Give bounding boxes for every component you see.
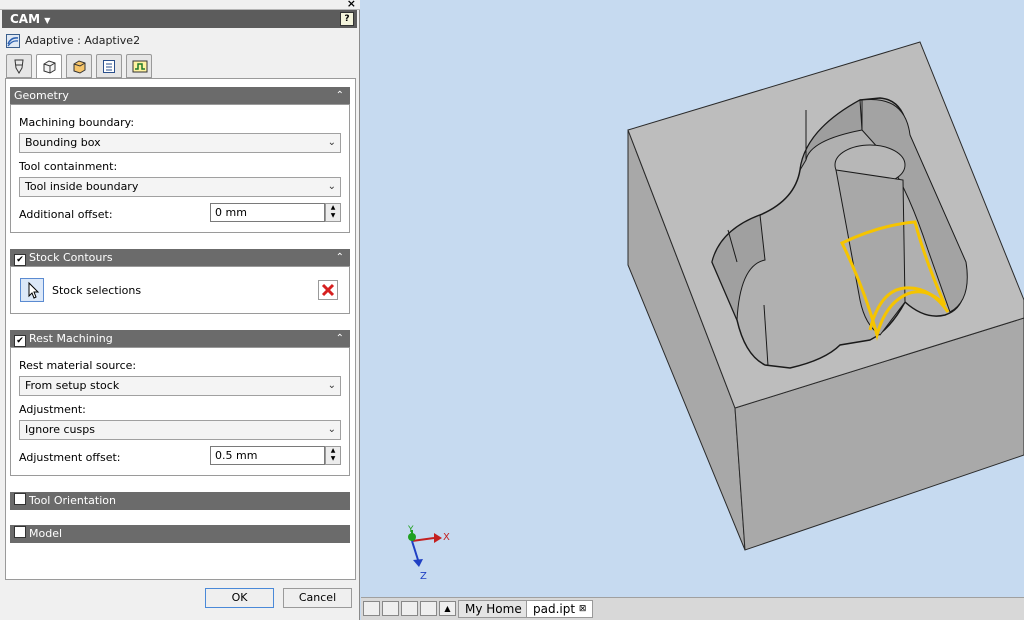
rest-machining-checkbox[interactable]: ✔ bbox=[14, 335, 26, 347]
additional-offset-input[interactable]: 0 mm bbox=[210, 203, 325, 222]
panel-topbar: × bbox=[0, 0, 360, 10]
chevron-down-icon: ⌄ bbox=[327, 380, 336, 391]
chevron-down-icon: ▼ bbox=[44, 16, 51, 25]
tab-tool[interactable] bbox=[6, 54, 32, 78]
ok-button[interactable]: OK bbox=[205, 588, 274, 608]
z-axis-line bbox=[411, 540, 419, 561]
machining-boundary-value: Bounding box bbox=[25, 136, 101, 149]
adjustment-label: Adjustment: bbox=[19, 403, 86, 416]
close-tab-icon[interactable]: ⊠ bbox=[579, 604, 587, 614]
delete-x-icon bbox=[320, 282, 336, 298]
graphics-viewport[interactable]: X Y Z bbox=[361, 0, 1024, 596]
chevron-down-icon: ⌄ bbox=[327, 424, 336, 435]
tool-orientation-group-header[interactable]: Tool Orientation bbox=[10, 492, 350, 510]
stock-contours-checkbox[interactable]: ✔ bbox=[14, 254, 26, 266]
tile-windows-icon[interactable] bbox=[382, 601, 399, 616]
stock-contours-group-header[interactable]: ✔ Stock Contours ⌃ bbox=[10, 249, 350, 266]
close-panel-button[interactable]: × bbox=[347, 0, 356, 10]
stock-contours-group: Stock selections bbox=[10, 266, 350, 314]
arrow-up-icon[interactable]: ▲ bbox=[439, 601, 456, 616]
stock-selections-label: Stock selections bbox=[52, 284, 142, 297]
adjustment-offset-spinner[interactable]: ▲ ▼ bbox=[325, 446, 341, 465]
tool-containment-label: Tool containment: bbox=[19, 160, 118, 173]
tool-containment-select[interactable]: Tool inside boundary ⌄ bbox=[19, 177, 341, 197]
axis-triad: X Y Z bbox=[407, 525, 450, 582]
clear-selection-button[interactable] bbox=[318, 280, 338, 300]
cascade-windows-icon[interactable] bbox=[363, 601, 380, 616]
rest-material-source-label: Rest material source: bbox=[19, 359, 137, 372]
operation-header: Adaptive : Adaptive2 bbox=[6, 32, 140, 50]
adaptive-operation-icon bbox=[6, 34, 20, 48]
rest-machining-group-header[interactable]: ✔ Rest Machining ⌃ bbox=[10, 330, 350, 347]
tab-passes[interactable] bbox=[96, 54, 122, 78]
cancel-button[interactable]: Cancel bbox=[283, 588, 352, 608]
adjustment-value: Ignore cusps bbox=[25, 423, 95, 436]
model-checkbox[interactable] bbox=[14, 526, 26, 538]
cursor-arrow-icon bbox=[28, 281, 40, 299]
model-group-header[interactable]: Model bbox=[10, 525, 350, 543]
tab-pad-ipt[interactable]: pad.ipt ⊠ bbox=[526, 600, 594, 618]
collapse-chevron-icon[interactable]: ⌃ bbox=[336, 87, 344, 104]
tab-geometry[interactable] bbox=[36, 54, 62, 79]
cam-panel: × CAM ▼ ? Adaptive : Adaptive2 Geometry … bbox=[0, 0, 360, 620]
stock-contours-title: Stock Contours bbox=[29, 251, 113, 264]
x-axis-arrow bbox=[434, 533, 442, 543]
tool-orientation-checkbox[interactable] bbox=[14, 493, 26, 505]
collapse-chevron-icon[interactable]: ⌃ bbox=[336, 330, 344, 347]
rest-machining-title: Rest Machining bbox=[29, 332, 113, 345]
rest-machining-group: Rest material source: From setup stock ⌄… bbox=[10, 347, 350, 476]
chevron-down-icon: ⌄ bbox=[327, 137, 336, 148]
passes-icon bbox=[103, 60, 115, 73]
tab-pad-ipt-label: pad.ipt bbox=[533, 602, 576, 616]
linking-icon bbox=[132, 60, 148, 73]
adjustment-select[interactable]: Ignore cusps ⌄ bbox=[19, 420, 341, 440]
cam-title: CAM bbox=[10, 12, 41, 26]
adjustment-offset-label: Adjustment offset: bbox=[19, 451, 121, 464]
operation-name: Adaptive : Adaptive2 bbox=[25, 34, 141, 47]
help-button[interactable]: ? bbox=[340, 12, 354, 26]
machining-boundary-select[interactable]: Bounding box ⌄ bbox=[19, 133, 341, 153]
document-tab-bar: ▲ My Home pad.ipt ⊠ bbox=[361, 597, 1024, 620]
tile-vertical-icon[interactable] bbox=[420, 601, 437, 616]
geometry-group: Machining boundary: Bounding box ⌄ Tool … bbox=[10, 104, 350, 233]
tool-orientation-title: Tool Orientation bbox=[29, 494, 116, 507]
rest-material-source-value: From setup stock bbox=[25, 379, 120, 392]
tab-linking[interactable] bbox=[126, 54, 152, 78]
geometry-group-title: Geometry bbox=[14, 89, 69, 102]
tool-containment-value: Tool inside boundary bbox=[25, 180, 139, 193]
rest-material-source-select[interactable]: From setup stock ⌄ bbox=[19, 376, 341, 396]
geometry-group-header[interactable]: Geometry ⌃ bbox=[10, 87, 350, 104]
tile-horizontal-icon[interactable] bbox=[401, 601, 418, 616]
z-axis-arrow bbox=[413, 559, 423, 567]
machining-boundary-label: Machining boundary: bbox=[19, 116, 135, 129]
additional-offset-label: Additional offset: bbox=[19, 208, 113, 221]
additional-offset-spinner[interactable]: ▲ ▼ bbox=[325, 203, 341, 222]
heights-icon bbox=[73, 60, 86, 74]
tab-heights[interactable] bbox=[66, 54, 92, 78]
geometry-icon bbox=[43, 60, 56, 74]
x-axis-label: X bbox=[443, 532, 450, 543]
model-view[interactable]: X Y Z bbox=[361, 0, 1024, 596]
z-axis-label: Z bbox=[420, 571, 427, 582]
collapse-chevron-icon[interactable]: ⌃ bbox=[336, 249, 344, 266]
stock-selection-button[interactable] bbox=[20, 278, 44, 302]
tab-my-home[interactable]: My Home bbox=[458, 600, 529, 618]
cam-header[interactable]: CAM ▼ ? bbox=[2, 10, 357, 28]
chevron-down-icon: ⌄ bbox=[327, 181, 336, 192]
adjustment-offset-input[interactable]: 0.5 mm bbox=[210, 446, 325, 465]
model-title: Model bbox=[29, 527, 63, 540]
tool-icon bbox=[14, 59, 24, 74]
y-axis-label: Y bbox=[407, 525, 414, 535]
